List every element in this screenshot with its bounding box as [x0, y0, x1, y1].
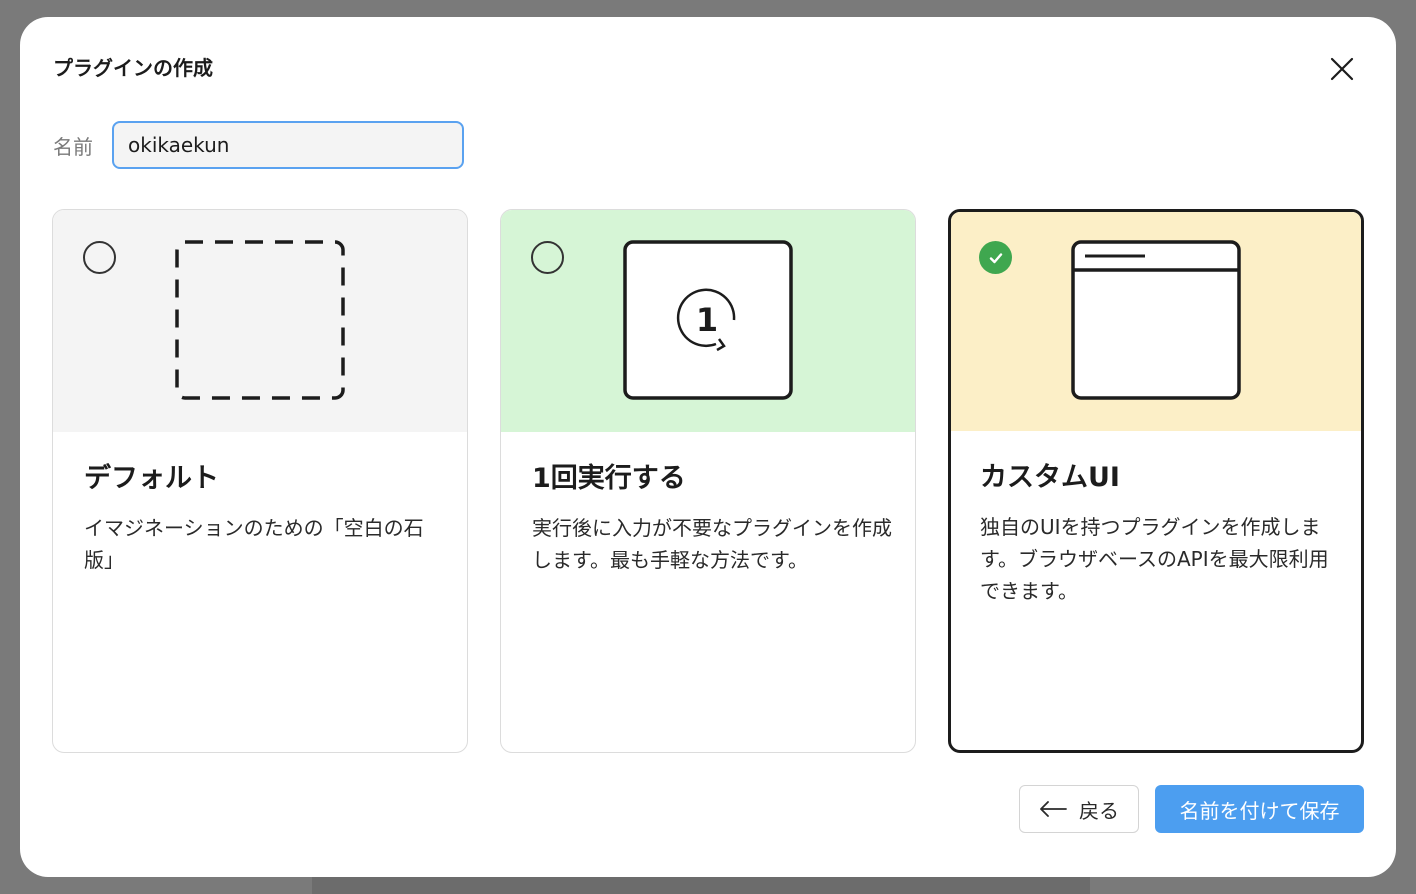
check-icon — [989, 252, 1002, 263]
card-description: イマジネーションのための「空白の石版」 — [84, 516, 424, 572]
name-label: 名前 — [53, 134, 93, 159]
radio-button-checked[interactable] — [979, 241, 1012, 274]
card-title: デフォルト — [84, 463, 219, 494]
close-button[interactable] — [1326, 53, 1358, 85]
card-title: カスタムUI — [980, 462, 1120, 493]
dialog-footer: 戻る 名前を付けて保存 — [1019, 785, 1364, 833]
card-title: 1回実行する — [532, 463, 686, 494]
option-card-default[interactable]: デフォルト イマジネーションのための「空白の石版」 — [52, 209, 468, 753]
option-card-run-once[interactable]: 1 1回実行する 実行後に入力が不要なプラグインを作成します。最も手軽な方法です… — [500, 209, 916, 753]
close-icon — [1330, 57, 1354, 81]
arrow-left-icon — [1040, 801, 1067, 817]
radio-button[interactable] — [83, 241, 116, 274]
name-input[interactable] — [112, 121, 464, 169]
window-icon — [1071, 240, 1241, 400]
run-once-icon: 1 — [623, 240, 793, 400]
back-label: 戻る — [1079, 798, 1119, 823]
card-description: 独自のUIを持つプラグインを作成します。ブラウザベースのAPIを最大限利用できま… — [980, 515, 1329, 603]
create-plugin-dialog: プラグインの作成 名前 デフォルト イマジネーションのための「空白の石版」 — [20, 17, 1396, 877]
radio-button[interactable] — [531, 241, 564, 274]
back-button[interactable]: 戻る — [1019, 785, 1139, 833]
option-card-custom-ui[interactable]: カスタムUI 独自のUIを持つプラグインを作成します。ブラウザベースのAPIを最… — [948, 209, 1364, 753]
run-once-number: 1 — [696, 301, 718, 339]
name-row: 名前 — [53, 121, 464, 169]
save-as-button[interactable]: 名前を付けて保存 — [1155, 785, 1364, 833]
card-description: 実行後に入力が不要なプラグインを作成します。最も手軽な方法です。 — [532, 516, 892, 572]
dialog-title: プラグインの作成 — [53, 56, 213, 80]
dashed-square-icon — [175, 240, 345, 400]
